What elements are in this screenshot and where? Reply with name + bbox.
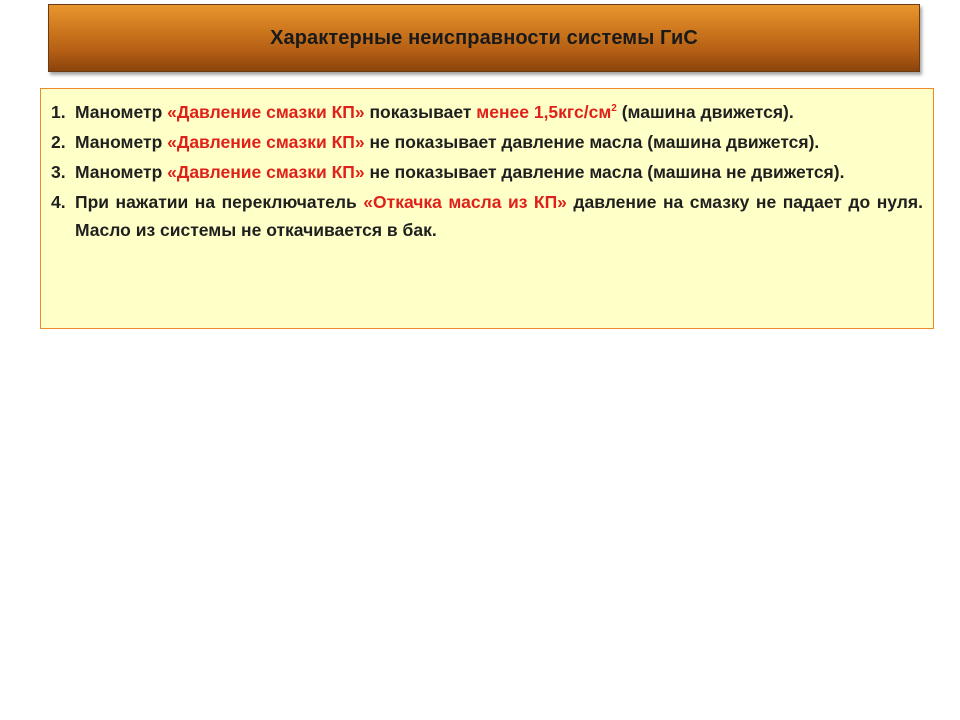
fault-item-4: 4. При нажатии на переключатель «Откачка …: [51, 188, 923, 244]
title-banner: Характерные неисправности системы ГиС: [48, 4, 920, 72]
fault-item-3: 3. Манометр «Давление смазки КП» не показ…: [51, 158, 923, 186]
fault-number: 4.: [51, 192, 66, 212]
fault-text: При нажатии на переключатель: [75, 192, 364, 212]
fault-text: Манометр: [75, 132, 168, 152]
fault-number: 1.: [51, 102, 66, 122]
fault-text: Манометр: [75, 102, 168, 122]
fault-number: 3.: [51, 162, 66, 182]
fault-text: (машина движется).: [616, 102, 794, 122]
pressure-threshold-highlight: менее 1,5кгс/см: [476, 102, 612, 122]
slide-title: Характерные неисправности системы ГиС: [270, 26, 698, 49]
faults-box: 1. Манометр «Давление смазки КП» показыва…: [40, 88, 934, 329]
fault-list: 1. Манометр «Давление смазки КП» показыва…: [51, 98, 923, 244]
fault-text: не показывает давление масла (машина дви…: [364, 132, 820, 152]
fault-text: показывает: [364, 102, 477, 122]
fault-text: Манометр: [75, 162, 168, 182]
gauge-name-highlight: «Давление смазки КП»: [167, 102, 365, 122]
gauge-name-highlight: «Давление смазки КП»: [167, 132, 365, 152]
switch-name-highlight: «Откачка масла из КП»: [363, 192, 567, 212]
fault-item-2: 2. Манометр «Давление смазки КП» не показ…: [51, 128, 923, 156]
fault-text: не показывает давление масла (машина не …: [364, 162, 845, 182]
gauge-name-highlight: «Давление смазки КП»: [167, 162, 365, 182]
fault-item-1: 1. Манометр «Давление смазки КП» показыва…: [51, 98, 923, 126]
fault-number: 2.: [51, 132, 66, 152]
